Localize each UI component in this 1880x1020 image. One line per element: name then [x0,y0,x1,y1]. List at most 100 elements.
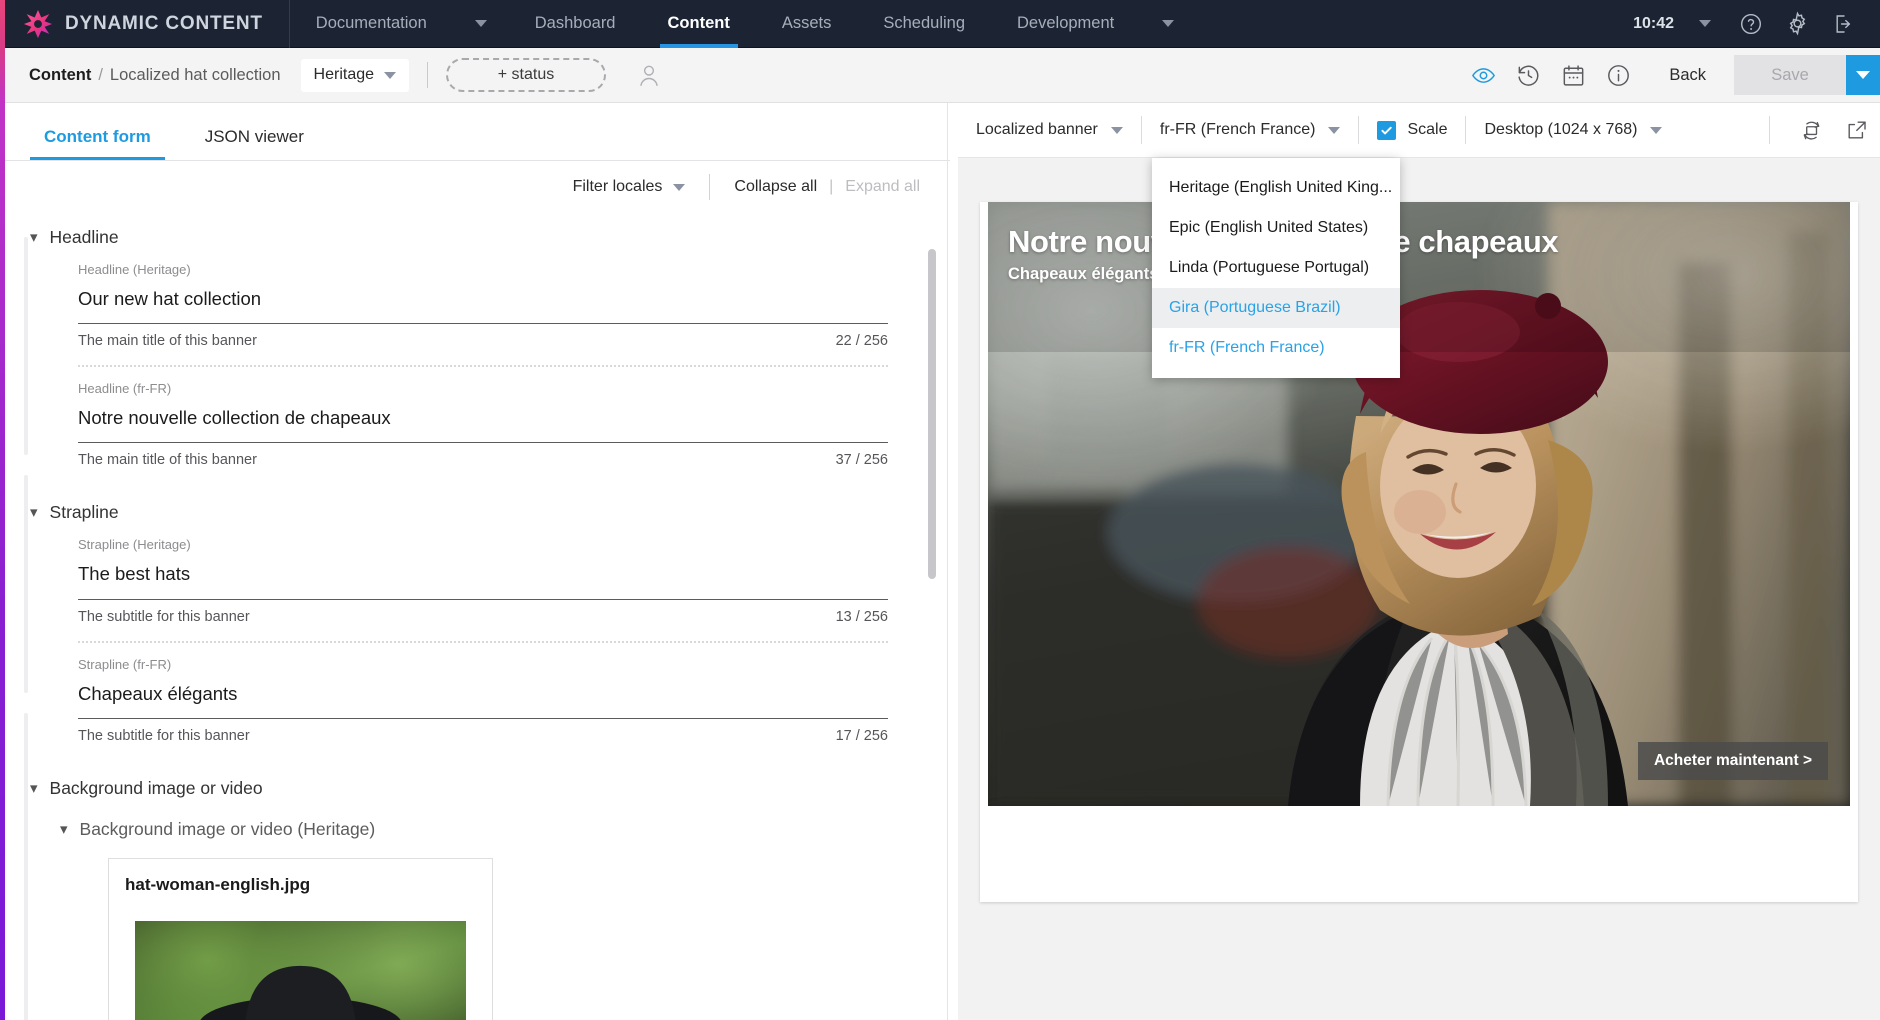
field-hint: The subtitle for this banner [78,608,250,625]
chevron-down-icon [1328,126,1341,134]
back-button[interactable]: Back [1641,66,1734,85]
expand-all-button: Expand all [845,178,920,195]
rotate-device-button[interactable] [1788,103,1834,158]
section-rail [24,237,28,455]
preview-locale-dropdown[interactable]: fr-FR (French France) [1160,121,1341,139]
filter-pipe: | [829,178,834,195]
nav-item-content[interactable]: Content [642,0,756,48]
chevron-down-icon [1110,126,1123,134]
locale-menu-item-heritage[interactable]: Heritage (English United King... [1152,168,1400,208]
brand-logo[interactable]: DYNAMIC CONTENT [5,0,289,48]
save-label: Save [1771,65,1809,84]
nav-item-documentation[interactable]: Documentation [290,0,453,48]
nav-item-development[interactable]: Development [991,0,1140,48]
open-external-button[interactable] [1834,103,1880,158]
field-input[interactable]: The best hats [78,563,888,600]
settings-button[interactable] [1774,0,1820,48]
schedule-calendar-button[interactable] [1551,48,1596,103]
toolbar-divider [1465,116,1467,144]
locale-menu-label: Gira (Portuguese Brazil) [1169,299,1341,316]
logout-button[interactable] [1820,0,1866,48]
locale-menu-item-epic[interactable]: Epic (English United States) [1152,208,1400,248]
nav-item-scheduling[interactable]: Scheduling [857,0,991,48]
info-button[interactable] [1596,48,1641,103]
nav-label: Content [667,14,730,32]
subsection-header-background-heritage[interactable]: ▾ Background image or video (Heritage) [60,819,902,840]
version-history-button[interactable] [1506,48,1551,103]
form-scrollbar-track[interactable] [928,213,936,1013]
dynamic-content-star-logo-icon [23,9,53,39]
breadcrumb-root[interactable]: Content [29,66,91,85]
tab-label: Content form [44,127,151,146]
chevron-down-icon: ▾ [30,779,38,797]
preview-frame: Notre nouvelle collection de chapeaux Ch… [980,202,1858,902]
field-input[interactable]: Chapeaux élégants [78,683,888,719]
section-rail [24,713,28,1020]
chevron-down-icon [1699,20,1711,27]
banner-cta-label: Acheter maintenant > [1653,752,1812,769]
locale-menu-item-frfr[interactable]: fr-FR (French France) [1152,328,1400,368]
nav-label: Assets [781,14,832,32]
documentation-dropdown-toggle[interactable] [453,0,509,48]
field-footer: The subtitle for this banner 13 / 256 [78,600,888,625]
more-nav-dropdown-toggle[interactable] [1140,0,1196,48]
section-title: Headline [49,227,119,247]
locale-chip-dropdown[interactable]: Heritage [300,58,410,92]
banner-cta-button[interactable]: Acheter maintenant > [1637,742,1828,780]
tab-content-form[interactable]: Content form [30,127,165,160]
save-button: Save [1734,55,1846,95]
chevron-down-icon [1856,71,1870,79]
breadcrumb: Content / Localized hat collection [5,66,281,85]
form-filter-bar: Filter locales Collapse all | Expand all [0,161,950,213]
field-input[interactable]: Notre nouvelle collection de chapeaux [78,407,888,444]
tab-label: JSON viewer [204,127,304,146]
field-label: Strapline (Heritage) [78,537,191,553]
field-separator [78,640,888,643]
avatar[interactable] [632,58,666,92]
section-header-headline[interactable]: ▾ Headline [30,227,902,248]
nav-label: Scheduling [883,14,966,32]
nav-label: Dashboard [534,14,616,32]
nav-item-dashboard[interactable]: Dashboard [509,0,642,48]
chevron-down-icon [474,20,487,27]
field-input[interactable]: Our new hat collection [78,288,888,325]
collapse-all-button[interactable]: Collapse all [734,178,817,196]
help-button[interactable] [1728,0,1774,48]
add-status-button[interactable]: + status [446,58,607,92]
preview-device-dropdown[interactable]: Desktop (1024 x 768) [1484,121,1663,139]
locale-menu-item-gira[interactable]: Gira (Portuguese Brazil) [1152,288,1400,328]
chevron-down-icon: ▾ [30,229,38,246]
clock-dropdown-toggle[interactable] [1682,0,1728,48]
field-strapline-frfr: Strapline (fr-FR) Chapeaux élégants The … [78,657,888,744]
locale-dropdown-menu: Heritage (English United King... Epic (E… [1152,158,1400,378]
form-scroll-area[interactable]: ▾ Headline Headline (Heritage) Our new h… [0,213,950,1020]
save-options-button[interactable] [1846,55,1880,95]
chevron-down-icon: ▾ [30,504,38,522]
tab-json-viewer[interactable]: JSON viewer [191,127,318,160]
field-char-count: 37 / 256 [835,452,888,469]
section-header-background[interactable]: ▾ Background image or video [30,778,902,799]
section-title: Strapline [49,502,119,523]
chevron-down-icon [673,183,686,191]
toolbar-divider [1769,116,1770,144]
field-separator [78,365,888,368]
filter-locales-dropdown[interactable]: Filter locales [573,178,686,196]
locale-menu-item-linda[interactable]: Linda (Portuguese Portugal) [1152,248,1400,288]
field-hint: The subtitle for this banner [78,727,250,744]
section-header-strapline[interactable]: ▾ Strapline [30,502,902,523]
form-tabs: Content form JSON viewer [0,103,950,161]
nav-item-assets[interactable]: Assets [756,0,858,48]
content-form-panel: Content form JSON viewer Filter locales … [0,103,950,1020]
form-scrollbar-thumb[interactable] [928,249,936,579]
preview-panel: Localized banner fr-FR (French France) S… [958,103,1880,1020]
chevron-down-icon [1650,126,1663,134]
preview-toolbar-actions [1751,103,1880,158]
scale-checkbox[interactable] [1377,120,1397,140]
preview-content-dropdown[interactable]: Localized banner [976,121,1123,139]
chevron-down-icon: ▾ [60,820,68,838]
asset-card[interactable]: hat-woman-english.jpg [108,857,493,1020]
preview-eye-button[interactable] [1461,48,1506,103]
content-toolbar: Content / Localized hat collection Herit… [0,47,1880,103]
locale-menu-label: fr-FR (French France) [1169,339,1325,356]
asset-thumbnail [135,920,466,1020]
